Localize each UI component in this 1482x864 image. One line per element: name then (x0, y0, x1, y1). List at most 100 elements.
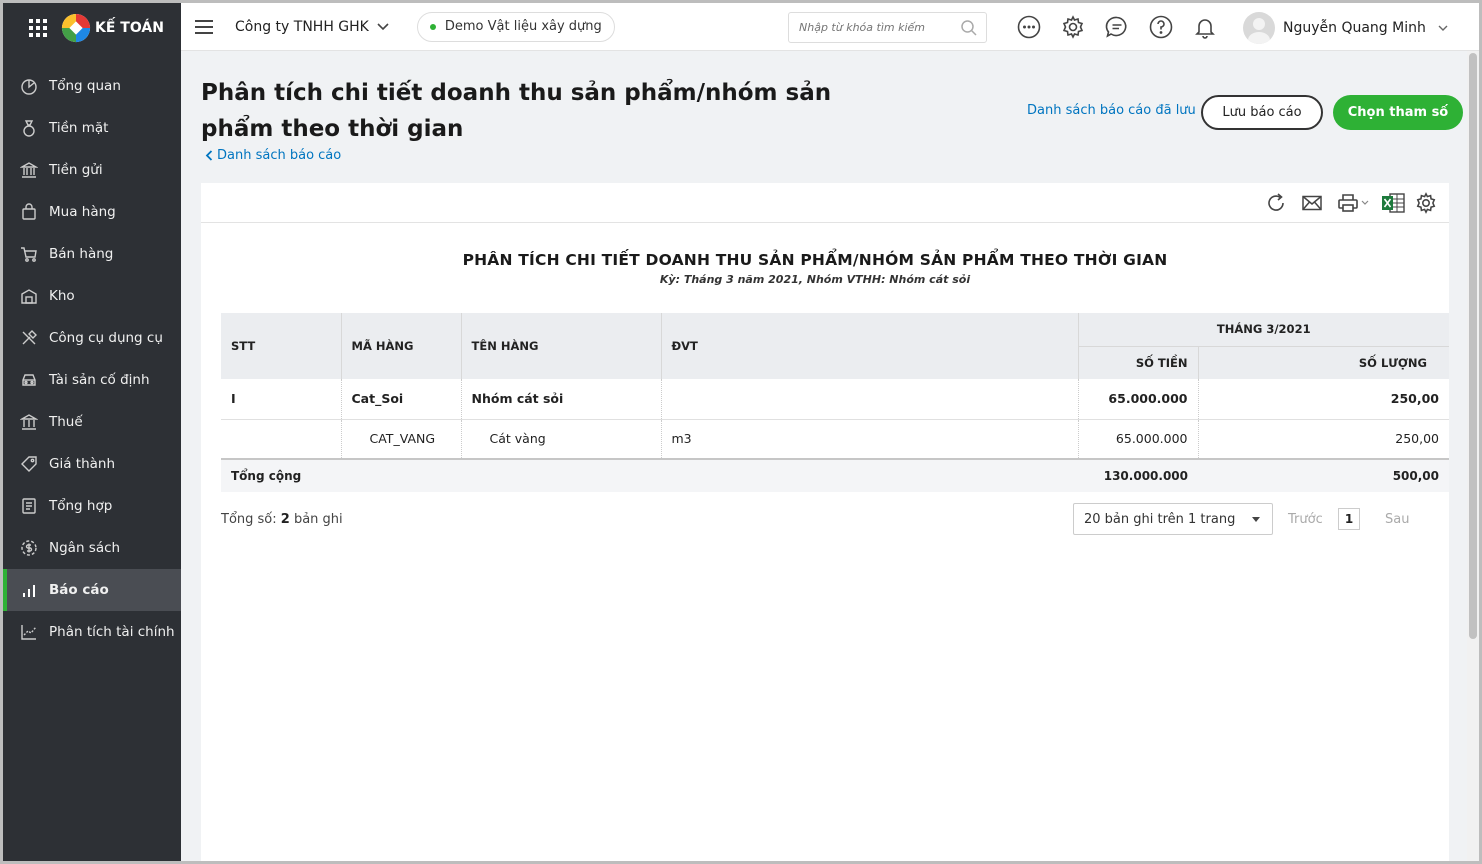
sidebar-item-label: Thuế (49, 414, 83, 430)
next-page-button[interactable]: Sau (1385, 512, 1409, 527)
saved-reports-link[interactable]: Danh sách báo cáo đã lưu (1027, 103, 1196, 118)
refresh-icon[interactable] (1265, 191, 1287, 215)
save-report-button[interactable]: Lưu báo cáo (1201, 95, 1323, 130)
more-options-icon[interactable] (1017, 15, 1041, 39)
sidebar-item-label: Tổng quan (49, 78, 121, 94)
database-selector[interactable]: Demo Vật liệu xây dựng (416, 11, 615, 42)
cell-so-tien: 65.000.000 (1078, 379, 1199, 420)
sidebar-item-label: Tiền mặt (49, 120, 109, 136)
column-header-so-luong: SỐ LƯỢNG (1198, 346, 1449, 379)
notification-bell-icon[interactable] (1193, 15, 1217, 39)
sidebar-item-tai-san[interactable]: Tài sản cố định (3, 359, 181, 401)
page-size-value: 20 bản ghi trên 1 trang (1084, 511, 1236, 527)
brand-name: KẾ TOÁN (95, 20, 164, 36)
column-header-so-tien: SỐ TIỀN (1078, 346, 1199, 379)
search-icon[interactable] (960, 19, 978, 37)
chevron-down-icon (1438, 25, 1448, 31)
cash-icon (19, 118, 39, 138)
budget-icon (19, 538, 39, 558)
brand-logo (61, 13, 91, 43)
settings-gear-icon[interactable] (1061, 15, 1085, 39)
cell-so-luong: 250,00 (1198, 379, 1449, 420)
sidebar-item-tong-hop[interactable]: Tổng hợp (3, 485, 181, 527)
cell-stt: I (221, 379, 342, 420)
sidebar-item-tien-mat[interactable]: Tiền mặt (3, 107, 181, 149)
total-records-count: 2 (280, 512, 290, 527)
user-name: Nguyễn Quang Minh (1283, 20, 1426, 36)
menu-toggle-icon[interactable] (195, 19, 213, 34)
top-bar: Công ty TNHH GHK Demo Vật liệu xây dựng … (181, 3, 1479, 51)
car-icon (19, 370, 39, 390)
back-link-label: Danh sách báo cáo (217, 148, 342, 163)
sidebar-item-label: Phân tích tài chính (49, 624, 175, 640)
cell-dvt (661, 379, 1079, 420)
report-chart-icon (19, 580, 39, 600)
scrollbar-thumb[interactable] (1469, 53, 1477, 639)
report-settings-icon[interactable] (1415, 191, 1437, 215)
cell-dvt: m3 (661, 419, 1079, 460)
apps-grid-icon[interactable] (29, 19, 47, 37)
page-scrollbar[interactable] (1467, 51, 1479, 861)
total-records: Tổng số: 2 bản ghi (221, 512, 343, 527)
sidebar-item-label: Tài sản cố định (49, 372, 150, 388)
column-header-ten-hang: TÊN HÀNG (461, 313, 662, 379)
chat-icon[interactable] (1105, 15, 1129, 39)
help-icon[interactable] (1149, 15, 1173, 39)
back-to-reports-link[interactable]: Danh sách báo cáo (205, 148, 341, 163)
sidebar-item-gia-thanh[interactable]: Giá thành (3, 443, 181, 485)
cell-ma-hang: Cat_Soi (341, 379, 462, 420)
caret-down-icon (1252, 517, 1260, 522)
user-menu[interactable]: Nguyễn Quang Minh (1243, 12, 1448, 44)
sidebar-item-kho[interactable]: Kho (3, 275, 181, 317)
total-label: Tổng cộng (221, 458, 1078, 492)
company-selector[interactable]: Công ty TNHH GHK (235, 19, 389, 35)
sidebar-item-label: Báo cáo (49, 582, 109, 598)
sidebar-item-bao-cao[interactable]: Báo cáo (3, 569, 181, 611)
sidebar-item-label: Bán hàng (49, 246, 114, 262)
cell-so-tien: 65.000.000 (1078, 419, 1199, 460)
excel-export-icon[interactable] (1381, 191, 1405, 215)
sidebar-item-ngan-sach[interactable]: Ngân sách (3, 527, 181, 569)
sidebar-item-tong-quan[interactable]: Tổng quan (3, 65, 181, 107)
dashboard-icon (19, 76, 39, 96)
warehouse-icon (19, 286, 39, 306)
sidebar-item-phan-tich[interactable]: Phân tích tài chính (3, 611, 181, 653)
sidebar-item-label: Tổng hợp (49, 498, 113, 514)
sidebar-item-thue[interactable]: Thuế (3, 401, 181, 443)
report-toolbar (201, 183, 1449, 223)
column-header-ma-hang: MÃ HÀNG (341, 313, 462, 379)
tax-icon (19, 412, 39, 432)
sidebar-item-label: Tiền gửi (49, 162, 103, 178)
search-box (788, 12, 987, 43)
avatar (1243, 12, 1275, 44)
chevron-left-icon (205, 150, 213, 161)
email-icon[interactable] (1301, 191, 1323, 215)
cart-icon (19, 244, 39, 264)
print-options-chevron-icon[interactable] (1361, 191, 1369, 215)
database-name: Demo Vật liệu xây dựng (444, 19, 602, 34)
main-content: Phân tích chi tiết doanh thu sản phẩm/nh… (181, 51, 1467, 861)
print-icon[interactable] (1337, 191, 1359, 215)
sidebar-nav: Tổng quan Tiền mặt Tiền gửi Mua hàng Bán… (3, 65, 181, 653)
brand-bar: KẾ TOÁN (3, 3, 181, 53)
sidebar-item-tien-gui[interactable]: Tiền gửi (3, 149, 181, 191)
prev-page-button[interactable]: Trước (1288, 512, 1323, 527)
table-row[interactable]: I Cat_Soi Nhóm cát sỏi 65.000.000 250,00 (221, 379, 1449, 420)
sidebar-item-mua-hang[interactable]: Mua hàng (3, 191, 181, 233)
search-input[interactable] (799, 21, 954, 34)
sidebar-item-label: Kho (49, 288, 75, 304)
column-header-dvt: ĐVT (661, 313, 1079, 379)
cell-ten-hang: Nhóm cát sỏi (461, 379, 662, 420)
sidebar-item-ban-hang[interactable]: Bán hàng (3, 233, 181, 275)
report-title: PHÂN TÍCH CHI TIẾT DOANH THU SẢN PHẨM/NH… (462, 251, 1168, 269)
total-so-luong: 500,00 (1198, 458, 1449, 492)
sidebar-item-cong-cu[interactable]: Công cụ dụng cụ (3, 317, 181, 359)
choose-params-button[interactable]: Chọn tham số (1333, 95, 1463, 130)
company-name: Công ty TNHH GHK (235, 18, 369, 35)
current-page-number[interactable]: 1 (1338, 508, 1360, 530)
total-so-tien: 130.000.000 (1078, 458, 1198, 492)
cell-ma-hang: CAT_VANG (341, 419, 462, 460)
table-row[interactable]: CAT_VANG Cát vàng m3 65.000.000 250,00 (221, 419, 1449, 460)
column-header-stt: STT (221, 313, 342, 379)
page-size-select[interactable]: 20 bản ghi trên 1 trang (1073, 503, 1273, 535)
